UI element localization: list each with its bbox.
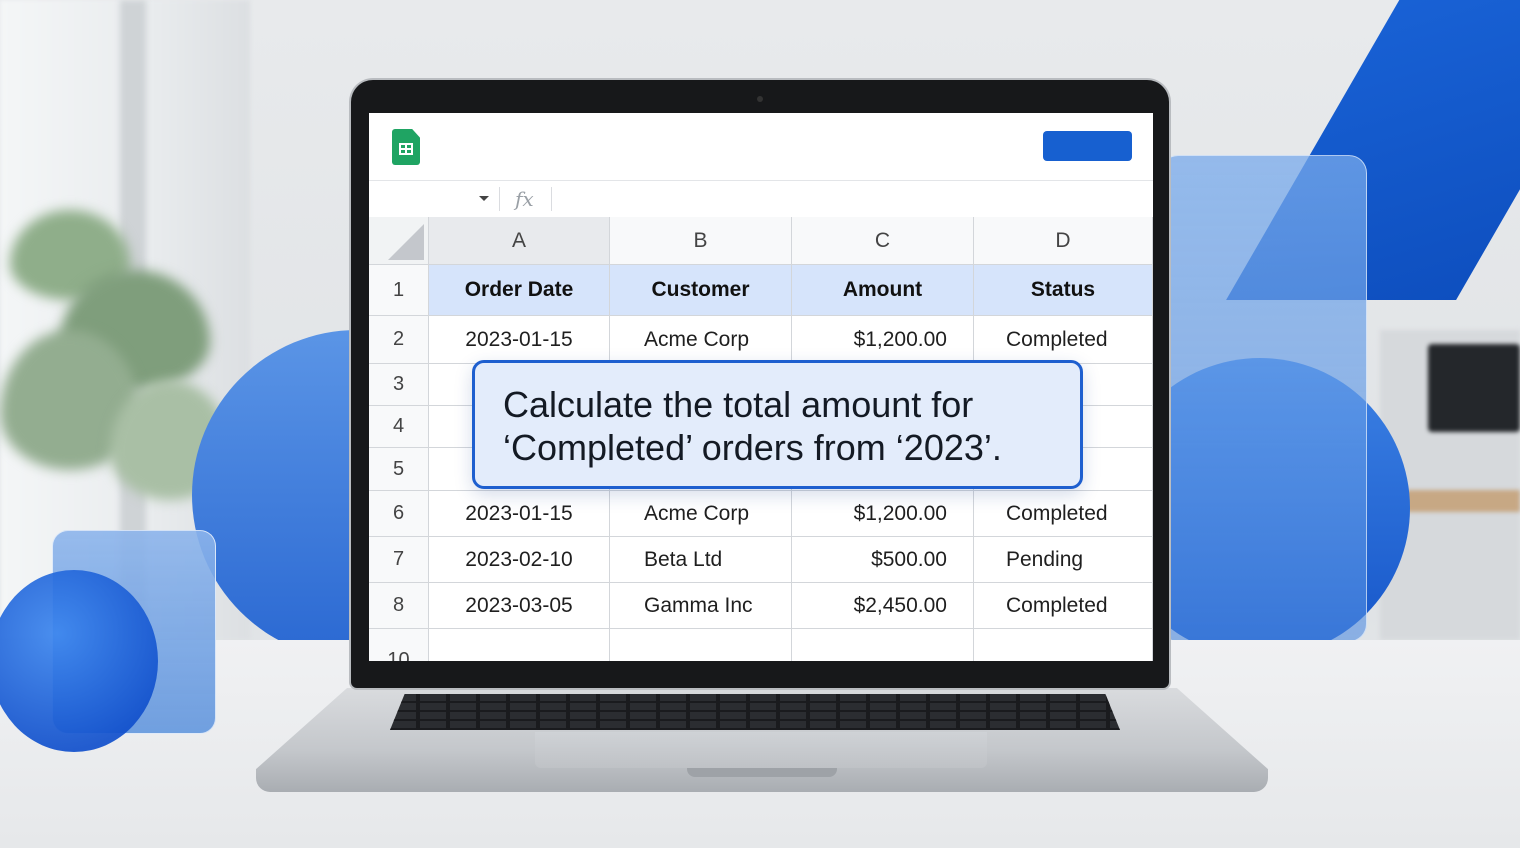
camera-icon (757, 96, 763, 102)
prompt-line-1: Calculate the total amount for (503, 384, 974, 425)
sheets-logo-icon[interactable] (392, 129, 420, 165)
cell[interactable]: Beta Ltd (610, 537, 792, 583)
cell-header-amount[interactable]: Amount (792, 265, 974, 316)
laptop-trackpad (535, 732, 987, 768)
app-header (369, 113, 1153, 181)
cell[interactable] (792, 629, 974, 661)
divider (499, 187, 500, 211)
cell[interactable]: 2023-01-15 (429, 491, 610, 537)
column-header-a[interactable]: A (429, 217, 610, 265)
row-number[interactable]: 10 (369, 629, 429, 661)
column-header-b[interactable]: B (610, 217, 792, 265)
fx-icon: fx (515, 187, 534, 211)
row-number[interactable]: 8 (369, 583, 429, 629)
formula-bar: fx (369, 181, 1153, 218)
background-monitor (1428, 344, 1520, 432)
row-number[interactable]: 6 (369, 491, 429, 537)
row-number[interactable]: 3 (369, 364, 429, 406)
row-number[interactable]: 2 (369, 316, 429, 364)
cell[interactable]: 2023-01-15 (429, 316, 610, 364)
cell[interactable]: Completed (974, 491, 1153, 537)
cell[interactable]: $2,450.00 (792, 583, 974, 629)
column-header-c[interactable]: C (792, 217, 974, 265)
share-button[interactable] (1043, 131, 1132, 161)
row-number[interactable]: 7 (369, 537, 429, 583)
table-row: 2 2023-01-15 Acme Corp $1,200.00 Complet… (369, 316, 1153, 364)
table-row: 8 2023-03-05 Gamma Inc $2,450.00 Complet… (369, 583, 1153, 629)
chevron-down-icon[interactable] (479, 196, 489, 201)
table-row: 1 Order Date Customer Amount Status (369, 265, 1153, 316)
row-number[interactable]: 1 (369, 265, 429, 316)
cell[interactable]: 2023-02-10 (429, 537, 610, 583)
cell-header-status[interactable]: Status (974, 265, 1153, 316)
grid-icon (399, 143, 413, 155)
cell[interactable]: $500.00 (792, 537, 974, 583)
cell[interactable]: Acme Corp (610, 491, 792, 537)
table-row: 7 2023-02-10 Beta Ltd $500.00 Pending (369, 537, 1153, 583)
row-number[interactable]: 5 (369, 448, 429, 491)
laptop-notch (687, 768, 837, 777)
table-row: 10 (369, 629, 1153, 661)
divider (551, 187, 552, 211)
column-header-row: A B C D (369, 217, 1153, 265)
prompt-callout: Calculate the total amount for ‘Complete… (472, 360, 1083, 489)
cell[interactable]: Pending (974, 537, 1153, 583)
cell[interactable] (610, 629, 792, 661)
cell-header-order-date[interactable]: Order Date (429, 265, 610, 316)
laptop-keyboard (390, 694, 1120, 730)
cell[interactable]: Completed (974, 316, 1153, 364)
decor-glass-panel (1160, 155, 1367, 642)
prompt-line-2: ‘Completed’ orders from ‘2023’. (503, 427, 1002, 468)
cell[interactable]: $1,200.00 (792, 491, 974, 537)
column-header-d[interactable]: D (974, 217, 1153, 265)
cell-header-customer[interactable]: Customer (610, 265, 792, 316)
cell[interactable]: Acme Corp (610, 316, 792, 364)
cell[interactable]: Gamma Inc (610, 583, 792, 629)
table-row: 6 2023-01-15 Acme Corp $1,200.00 Complet… (369, 491, 1153, 537)
row-number[interactable]: 4 (369, 406, 429, 448)
select-all-corner[interactable] (369, 217, 429, 265)
cell[interactable]: Completed (974, 583, 1153, 629)
cell[interactable] (974, 629, 1153, 661)
cell[interactable]: $1,200.00 (792, 316, 974, 364)
cell[interactable]: 2023-03-05 (429, 583, 610, 629)
select-all-icon (388, 224, 424, 260)
cell[interactable] (429, 629, 610, 661)
